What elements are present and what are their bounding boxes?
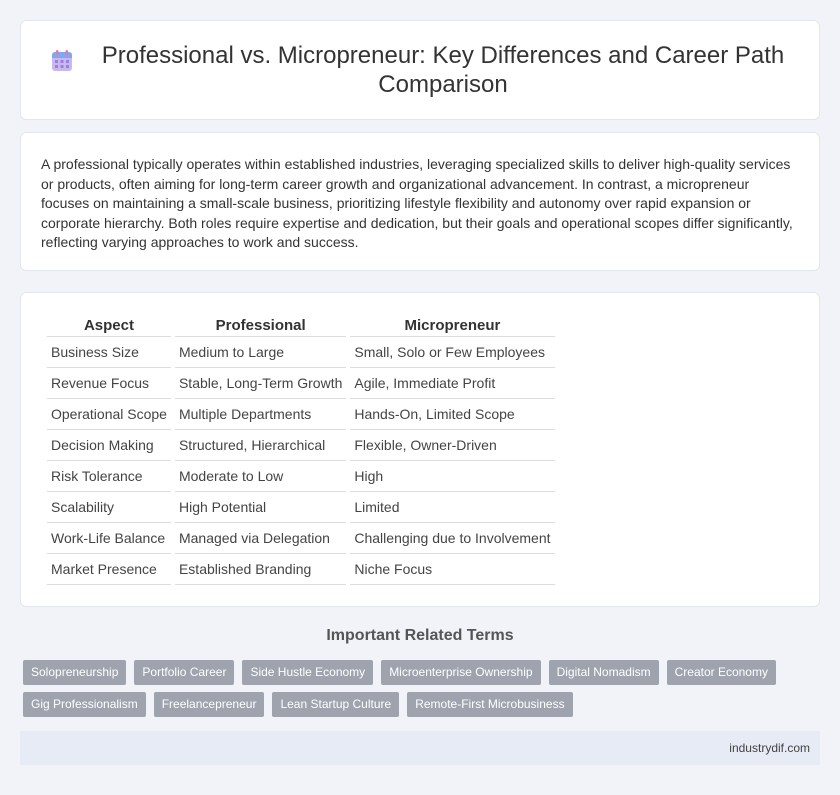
tag-digital-nomadism[interactable]: Digital Nomadism [548,660,659,685]
cell-micropreneur: Agile, Immediate Profit [350,368,555,399]
cell-professional: Structured, Hierarchical [174,430,347,461]
tag-remote-first-microbusiness[interactable]: Remote-First Microbusiness [407,692,573,717]
header-micropreneur: Micropreneur [350,315,555,337]
tag-lean-startup-culture[interactable]: Lean Startup Culture [272,692,400,717]
cell-aspect: Revenue Focus [47,368,171,399]
comparison-card: Aspect Professional Micropreneur Busines… [20,292,820,607]
cell-professional: Managed via Delegation [174,523,347,554]
cell-aspect: Operational Scope [47,399,171,430]
cell-professional: Multiple Departments [174,399,347,430]
cell-micropreneur: Niche Focus [350,554,555,585]
table-row: Business Size Medium to Large Small, Sol… [47,337,555,368]
cell-aspect: Decision Making [47,430,171,461]
table-row: Revenue Focus Stable, Long-Term Growth A… [47,368,555,399]
tag-solopreneurship[interactable]: Solopreneurship [23,660,127,685]
tag-creator-economy[interactable]: Creator Economy [666,660,776,685]
cell-aspect: Scalability [47,492,171,523]
cell-professional: High Potential [174,492,347,523]
table-header-row: Aspect Professional Micropreneur [47,315,555,337]
cell-micropreneur: Flexible, Owner-Driven [350,430,555,461]
header-professional: Professional [174,315,347,337]
calendar-icon [52,50,72,71]
table-row: Operational Scope Multiple Departments H… [47,399,555,430]
intro-paragraph: A professional typically operates within… [41,156,793,251]
related-terms-title: Important Related Terms [326,627,514,644]
title-wrap: Professional vs. Micropreneur: Key Diffe… [50,41,790,99]
cell-aspect: Business Size [47,337,171,368]
tag-freelancepreneur[interactable]: Freelancepreneur [153,692,265,717]
cell-aspect: Market Presence [47,554,171,585]
cell-aspect: Work-Life Balance [47,523,171,554]
tag-portfolio-career[interactable]: Portfolio Career [134,660,235,685]
intro-card: A professional typically operates within… [20,132,820,271]
tag-microenterprise-ownership[interactable]: Microenterprise Ownership [381,660,541,685]
cell-micropreneur: Small, Solo or Few Employees [350,337,555,368]
footer: industrydif.com [20,731,820,765]
cell-micropreneur: High [350,461,555,492]
footer-site-link[interactable]: industrydif.com [729,741,810,755]
table-row: Market Presence Established Branding Nic… [47,554,555,585]
cell-professional: Established Branding [174,554,347,585]
cell-aspect: Risk Tolerance [47,461,171,492]
table-row: Work-Life Balance Managed via Delegation… [47,523,555,554]
tag-gig-professionalism[interactable]: Gig Professionalism [23,692,146,717]
cell-micropreneur: Limited [350,492,555,523]
page-title: Professional vs. Micropreneur: Key Diffe… [101,42,785,98]
table-row: Decision Making Structured, Hierarchical… [47,430,555,461]
cell-professional: Medium to Large [174,337,347,368]
comparison-table: Aspect Professional Micropreneur Busines… [43,315,559,585]
cell-micropreneur: Challenging due to Involvement [350,523,555,554]
cell-professional: Moderate to Low [174,461,347,492]
related-terms-list: Solopreneurship Portfolio Career Side Hu… [23,660,823,724]
title-card: Professional vs. Micropreneur: Key Diffe… [20,20,820,120]
header-aspect: Aspect [47,315,171,337]
table-row: Risk Tolerance Moderate to Low High [47,461,555,492]
cell-professional: Stable, Long-Term Growth [174,368,347,399]
cell-micropreneur: Hands-On, Limited Scope [350,399,555,430]
table-row: Scalability High Potential Limited [47,492,555,523]
tag-side-hustle-economy[interactable]: Side Hustle Economy [242,660,374,685]
